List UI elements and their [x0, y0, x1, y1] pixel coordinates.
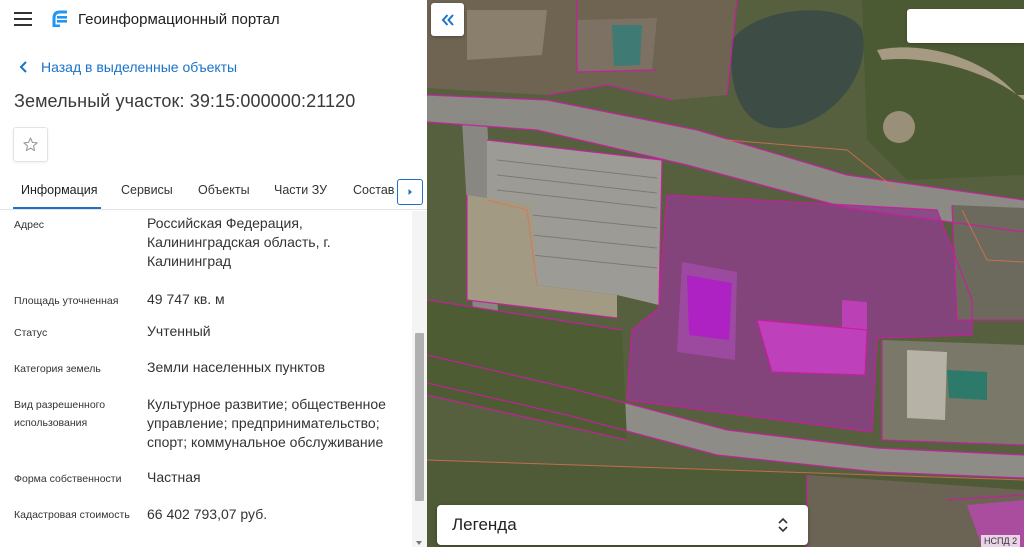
- info-value: Российская Федерация, Калининградская об…: [147, 215, 331, 269]
- chevron-right-icon: [408, 189, 412, 195]
- app-header: Геоинформационный портал: [0, 0, 427, 40]
- back-to-selection-link[interactable]: Назад в выделенные объекты: [16, 58, 237, 76]
- info-key: Форма собственности: [14, 473, 122, 485]
- info-value: Земли населенных пунктов: [147, 359, 326, 375]
- info-key: Адрес: [14, 219, 45, 231]
- info-value: Частная: [147, 469, 201, 485]
- map-attribution: НСПД 2: [981, 535, 1021, 547]
- info-key: Статус: [14, 327, 48, 339]
- info-value: Учтенный: [147, 323, 211, 339]
- chevron-left-icon: [19, 61, 27, 73]
- hamburger-icon[interactable]: [14, 12, 32, 26]
- info-list: Адрес Российская Федерация, Калининградс…: [0, 211, 412, 547]
- info-value: 66 402 793,07 руб.: [147, 506, 268, 522]
- info-scrollbar[interactable]: [412, 211, 427, 547]
- tabs-scroll-right-button[interactable]: [397, 179, 423, 205]
- info-panel: Геоинформационный портал Назад в выделен…: [0, 0, 427, 547]
- scrollbar-thumb[interactable]: [415, 333, 424, 501]
- map-search-input[interactable]: [907, 9, 1024, 43]
- info-key: Вид разрешенного использования: [14, 399, 106, 429]
- collapse-panel-button[interactable]: [431, 3, 464, 36]
- info-key: Площадь уточненная: [14, 295, 119, 307]
- info-value: 49 747 кв. м: [147, 291, 225, 307]
- tab-composition[interactable]: Состав: [353, 183, 394, 197]
- page-title: Земельный участок: 39:15:000000:21120: [14, 91, 356, 111]
- scroll-down-arrow-icon[interactable]: [416, 541, 422, 545]
- legend-selector[interactable]: Легенда: [437, 505, 808, 545]
- unfold-icon: [778, 517, 788, 533]
- map-view[interactable]: [427, 0, 1024, 547]
- satellite-map[interactable]: [427, 0, 1024, 547]
- info-key: Кадастровая стоимость: [14, 509, 130, 521]
- active-tab-indicator: [13, 207, 101, 209]
- double-chevron-left-icon: [441, 13, 454, 26]
- info-key: Категория земель: [14, 363, 101, 375]
- legend-label: Легенда: [452, 515, 517, 534]
- app-title: Геоинформационный портал: [78, 11, 280, 28]
- tab-information[interactable]: Информация: [21, 183, 98, 197]
- portal-logo[interactable]: [50, 9, 70, 29]
- tab-services[interactable]: Сервисы: [121, 183, 173, 197]
- back-link-label: Назад в выделенные объекты: [41, 59, 238, 75]
- tab-objects[interactable]: Объекты: [198, 183, 250, 197]
- star-outline-icon: [23, 137, 38, 152]
- info-value: Культурное развитие; общественное управл…: [147, 396, 386, 450]
- favorite-button[interactable]: [13, 127, 48, 162]
- tab-parcel-parts[interactable]: Части ЗУ: [274, 183, 327, 197]
- tab-bar: Информация Сервисы Объекты Части ЗУ Сост…: [0, 174, 427, 210]
